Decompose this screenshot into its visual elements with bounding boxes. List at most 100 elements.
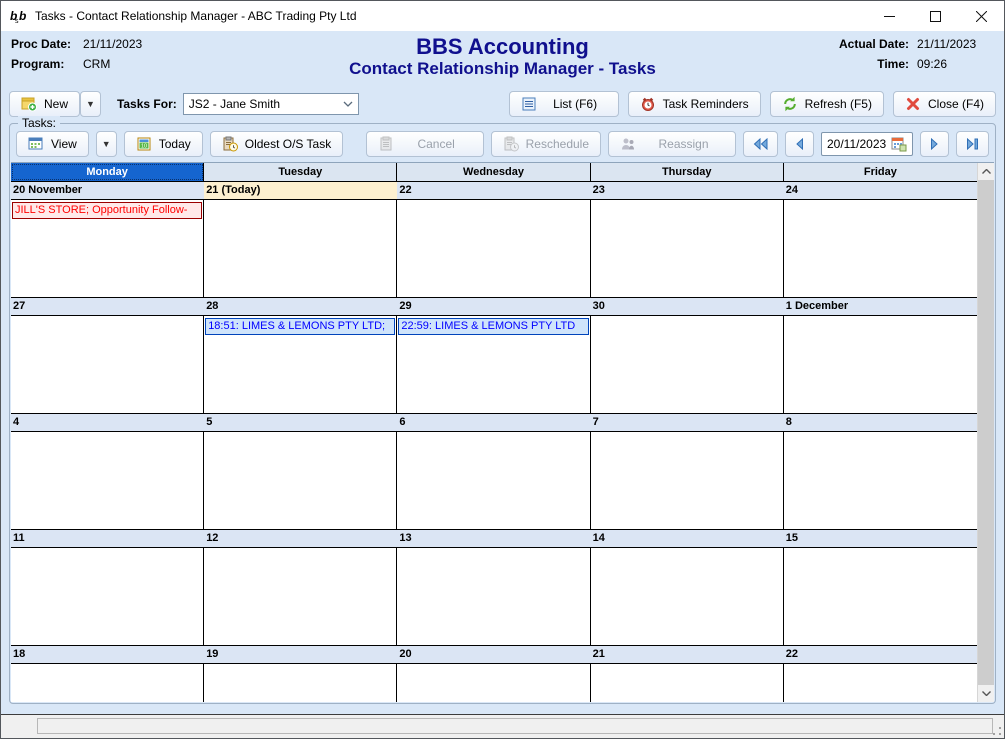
day-cell[interactable] — [784, 548, 977, 645]
day-cell[interactable] — [11, 316, 204, 413]
day-header-monday[interactable]: Monday — [11, 163, 204, 181]
maximize-button[interactable] — [912, 1, 958, 31]
day-cell[interactable] — [11, 432, 204, 529]
view-button[interactable]: View — [16, 131, 89, 157]
resize-grip[interactable] — [992, 726, 1002, 736]
task-reminders-button[interactable]: Task Reminders — [628, 91, 761, 117]
new-button[interactable]: New — [9, 91, 80, 117]
vertical-scrollbar[interactable] — [977, 163, 994, 702]
tasks-for-label: Tasks For: — [117, 97, 177, 111]
main-toolbar: New ▼ Tasks For: JS2 - Jane Smith List (… — [1, 87, 1004, 121]
today-button-label: Today — [159, 137, 191, 151]
task-row — [11, 664, 977, 702]
double-left-arrow-icon — [753, 138, 768, 150]
day-header-wednesday[interactable]: Wednesday — [397, 163, 590, 181]
date-label: 11 — [11, 530, 204, 547]
date-label: 20 November — [11, 182, 204, 199]
day-cell[interactable]: JILL'S STORE; Opportunity Follow- — [11, 200, 204, 297]
day-cell[interactable] — [784, 664, 977, 702]
date-label: 27 — [11, 298, 204, 315]
date-label: 15 — [784, 530, 977, 547]
day-cell[interactable] — [784, 316, 977, 413]
task-entry[interactable]: 18:51: LIMES & LEMONS PTY LTD; — [205, 318, 395, 335]
date-label: 23 — [591, 182, 784, 199]
tasks-for-select[interactable]: JS2 - Jane Smith — [183, 93, 359, 115]
day-cell[interactable] — [204, 432, 397, 529]
today-button[interactable]: 10 Today — [124, 131, 203, 157]
day-cell[interactable] — [397, 548, 590, 645]
reschedule-button: Reschedule — [491, 131, 601, 157]
date-label: 1 December — [784, 298, 977, 315]
day-cell[interactable] — [591, 548, 784, 645]
scrollbar-thumb[interactable] — [978, 180, 994, 685]
minimize-button[interactable] — [866, 1, 912, 31]
scroll-down-button[interactable] — [978, 685, 994, 702]
day-cell[interactable] — [397, 664, 590, 702]
new-dropdown-button[interactable]: ▼ — [80, 91, 101, 117]
day-cell[interactable] — [591, 200, 784, 297]
first-week-button[interactable] — [743, 131, 778, 157]
date-label: 29 — [397, 298, 590, 315]
day-cell[interactable] — [397, 432, 590, 529]
day-cell[interactable] — [784, 432, 977, 529]
close-window-button[interactable] — [958, 1, 1004, 31]
calendar: MondayTuesdayWednesdayThursdayFriday 20 … — [11, 162, 994, 702]
calendar-picker-icon[interactable] — [891, 136, 907, 152]
calendar-grid-icon — [28, 136, 44, 152]
previous-week-button[interactable] — [785, 131, 814, 157]
day-cell[interactable] — [784, 200, 977, 297]
calendar-body: MondayTuesdayWednesdayThursdayFriday 20 … — [11, 163, 977, 702]
day-cell[interactable]: 22:59: LIMES & LEMONS PTY LTD — [397, 316, 590, 413]
day-cell[interactable] — [204, 548, 397, 645]
day-cell[interactable] — [204, 664, 397, 702]
status-bar — [1, 714, 1004, 738]
day-cell[interactable] — [11, 548, 204, 645]
oldest-os-task-button[interactable]: Oldest O/S Task — [210, 131, 343, 157]
task-entry[interactable]: JILL'S STORE; Opportunity Follow- — [12, 202, 202, 219]
date-label-today: 21 (Today) — [204, 182, 397, 199]
day-cell[interactable] — [397, 200, 590, 297]
last-week-button[interactable] — [956, 131, 989, 157]
calendar-day-icon: 10 — [136, 136, 152, 152]
main-toolbar-right: List (F6) Task Reminders Refresh (F5) Cl… — [509, 91, 996, 117]
date-label: 28 — [204, 298, 397, 315]
reassign-button: Reassign — [608, 131, 736, 157]
app-logo-icon: b s b — [9, 8, 29, 24]
refresh-arrows-icon — [782, 96, 798, 112]
view-dropdown-button[interactable]: ▼ — [96, 131, 117, 157]
day-cell[interactable] — [11, 664, 204, 702]
task-entry[interactable]: 22:59: LIMES & LEMONS PTY LTD — [398, 318, 588, 335]
red-x-icon — [905, 96, 921, 112]
date-label: 21 — [591, 646, 784, 663]
actual-date-value: 21/11/2023 — [917, 37, 992, 51]
day-header-thursday[interactable]: Thursday — [591, 163, 784, 181]
close-button[interactable]: Close (F4) — [893, 91, 996, 117]
date-bar: 45678 — [11, 414, 977, 432]
nav-date-input[interactable] — [827, 137, 891, 151]
status-panel — [37, 718, 993, 734]
day-header-tuesday[interactable]: Tuesday — [204, 163, 397, 181]
task-row — [11, 432, 977, 530]
day-cell[interactable] — [591, 664, 784, 702]
next-week-button[interactable] — [920, 131, 949, 157]
tasks-group-label: Tasks: — [18, 116, 60, 130]
date-label: 4 — [11, 414, 204, 431]
calendar-week-5: 1819202122 — [11, 646, 977, 702]
day-cell[interactable] — [204, 200, 397, 297]
chevron-down-icon: ▼ — [86, 99, 95, 109]
list-button[interactable]: List (F6) — [509, 91, 619, 117]
nav-date-field[interactable] — [821, 132, 913, 156]
close-button-label: Close (F4) — [928, 97, 984, 111]
reschedule-button-label: Reschedule — [526, 137, 589, 151]
day-cell[interactable] — [591, 316, 784, 413]
calendar-nav — [743, 131, 989, 157]
date-label: 8 — [784, 414, 977, 431]
day-cell[interactable] — [591, 432, 784, 529]
cancel-button: Cancel — [366, 131, 484, 157]
chevron-up-icon — [982, 169, 991, 174]
refresh-button[interactable]: Refresh (F5) — [770, 91, 884, 117]
day-header-friday[interactable]: Friday — [784, 163, 977, 181]
date-bar: 272829301 December — [11, 298, 977, 316]
day-cell[interactable]: 18:51: LIMES & LEMONS PTY LTD; — [204, 316, 397, 413]
scroll-up-button[interactable] — [978, 163, 994, 180]
